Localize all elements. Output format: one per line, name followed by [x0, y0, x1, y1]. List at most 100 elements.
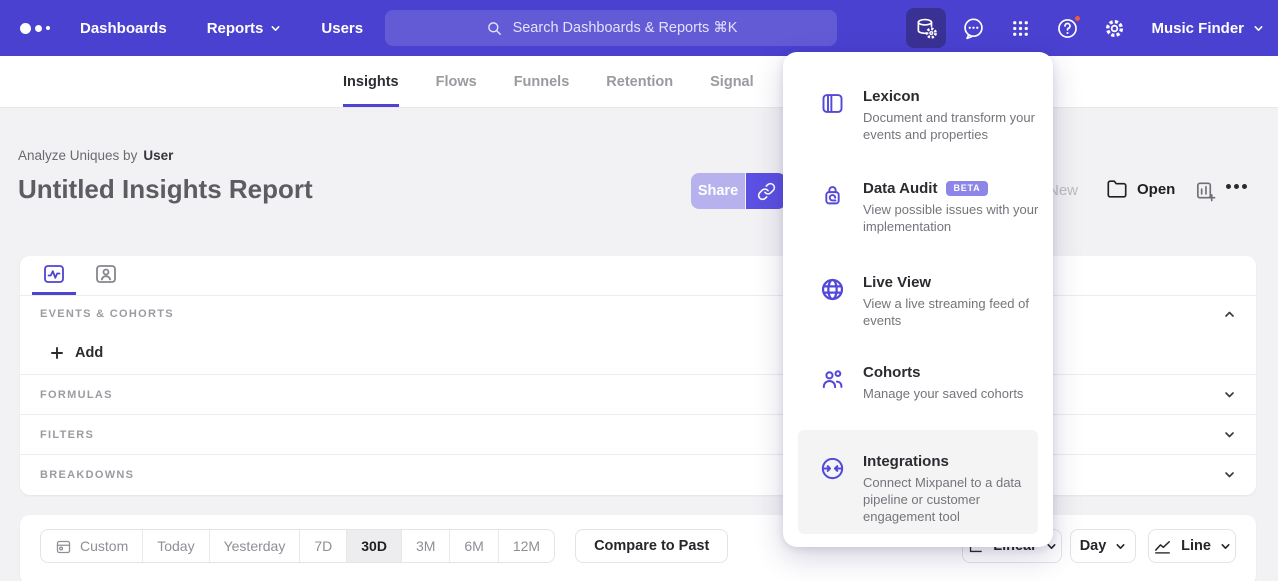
tab-funnels[interactable]: Funnels [514, 56, 570, 107]
chevron-down-icon [1223, 468, 1236, 481]
chevron-down-icon [1223, 428, 1236, 441]
data-audit-lock-icon [819, 182, 846, 209]
range-12m[interactable]: 12M [498, 530, 554, 562]
search-input[interactable]: Search Dashboards & Reports ⌘K [385, 10, 837, 46]
globe-icon [819, 276, 846, 303]
notification-dot [1073, 14, 1082, 23]
events-view-tab[interactable] [32, 256, 76, 295]
copy-link-button[interactable] [746, 173, 786, 209]
share-button[interactable]: Share [691, 173, 745, 209]
help-button[interactable] [1047, 8, 1087, 48]
tab-signal[interactable]: Signal [710, 56, 754, 107]
nav-users-label: Users [321, 20, 363, 37]
apps-grid-button[interactable] [1000, 8, 1040, 48]
cohorts-people-icon [819, 366, 846, 393]
nav-users[interactable]: Users [321, 20, 363, 37]
menu-item-title: Data Audit [863, 180, 937, 197]
expand-section-button[interactable] [1223, 468, 1236, 481]
search-icon [485, 19, 504, 38]
nav-dashboards[interactable]: Dashboards [80, 20, 167, 37]
range-custom-label: Custom [80, 538, 128, 554]
range-3m[interactable]: 3M [401, 530, 449, 562]
user-profile-icon [94, 262, 118, 286]
menu-item-description: Document and transform your events and p… [863, 109, 1035, 143]
feedback-button[interactable] [953, 8, 993, 48]
range-yesterday[interactable]: Yesterday [209, 530, 300, 562]
more-options-button[interactable] [1226, 184, 1247, 189]
dot [1234, 184, 1239, 189]
breadcrumb: Analyze Uniques byUser [18, 148, 173, 163]
menu-item-lexicon[interactable]: Lexicon Document and transform your even… [783, 88, 1053, 143]
chart-type-dropdown[interactable]: Line [1148, 529, 1236, 563]
formulas-label: FORMULAS [40, 389, 113, 401]
data-management-button[interactable] [906, 8, 946, 48]
menu-item-live-view[interactable]: Live View View a live streaming feed of … [783, 274, 1053, 329]
menu-item-data-audit[interactable]: Data Audit BETA View possible issues wit… [783, 180, 1053, 235]
chart-type-label: Line [1181, 538, 1211, 554]
interval-label: Day [1080, 538, 1107, 554]
nav-dashboards-label: Dashboards [80, 20, 167, 37]
mixpanel-logo-icon[interactable] [20, 23, 68, 34]
filters-section-header[interactable]: FILTERS [20, 414, 1256, 454]
menu-item-cohorts[interactable]: Cohorts Manage your saved cohorts [783, 364, 1053, 402]
nav-reports-label: Reports [207, 20, 264, 37]
tab-retention[interactable]: Retention [606, 56, 673, 107]
interval-dropdown[interactable]: Day [1070, 529, 1136, 563]
tab-insights[interactable]: Insights [343, 56, 399, 107]
data-management-menu: Lexicon Document and transform your even… [783, 52, 1053, 547]
link-icon [757, 182, 776, 201]
formulas-section-header[interactable]: FORMULAS [20, 374, 1256, 414]
open-report-button[interactable]: Open [1106, 178, 1175, 200]
chart-add-icon [1194, 180, 1217, 203]
folder-icon [1106, 178, 1128, 200]
menu-item-title: Live View [863, 274, 1041, 291]
dot [1242, 184, 1247, 189]
add-label: Add [75, 345, 103, 361]
range-7d[interactable]: 7D [299, 530, 346, 562]
collapse-section-button[interactable] [1223, 308, 1236, 321]
speech-bubble-icon [961, 16, 986, 41]
add-event-button[interactable]: Add [20, 332, 1256, 374]
beta-badge: BETA [946, 181, 987, 196]
menu-item-integrations[interactable]: Integrations Connect Mixpanel to a data … [783, 453, 1053, 525]
open-label: Open [1137, 181, 1175, 198]
menu-item-title: Cohorts [863, 364, 1041, 381]
pulse-chart-icon [42, 262, 66, 286]
integrations-sync-icon [819, 455, 846, 482]
menu-item-title: Lexicon [863, 88, 1041, 105]
menu-item-description: Manage your saved cohorts [863, 385, 1053, 402]
breakdowns-section-header[interactable]: BREAKDOWNS [20, 454, 1256, 494]
add-to-dashboard-button[interactable] [1194, 180, 1217, 206]
expand-section-button[interactable] [1223, 388, 1236, 401]
range-30d[interactable]: 30D [346, 530, 401, 562]
range-custom[interactable]: Custom [41, 530, 142, 562]
app-window: Dashboards Reports Users Search Dashboar… [0, 0, 1278, 581]
nav-reports[interactable]: Reports [207, 20, 282, 37]
profiles-view-tab[interactable] [84, 256, 128, 295]
breadcrumb-entity-selector[interactable]: User [143, 148, 173, 163]
chevron-up-icon [1223, 308, 1236, 321]
search-placeholder: Search Dashboards & Reports ⌘K [513, 20, 738, 36]
filters-label: FILTERS [40, 429, 94, 441]
expand-section-button[interactable] [1223, 428, 1236, 441]
menu-item-description: View possible issues with your implement… [863, 201, 1055, 235]
events-cohorts-section-header[interactable]: EVENTS & COHORTS [20, 296, 1256, 332]
chevron-down-icon [270, 23, 281, 34]
nav-right-cluster: Music Finder [906, 0, 1264, 56]
chevron-down-icon [1253, 23, 1264, 34]
range-6m[interactable]: 6M [449, 530, 497, 562]
query-builder-card: EVENTS & COHORTS Add FORMULAS FILTERS BR… [20, 256, 1256, 495]
page-title[interactable]: Untitled Insights Report [18, 174, 313, 205]
chevron-down-icon [1223, 388, 1236, 401]
tab-flows[interactable]: Flows [436, 56, 477, 107]
settings-button[interactable] [1094, 8, 1134, 48]
range-today[interactable]: Today [142, 530, 208, 562]
builder-view-tabs [20, 256, 1256, 296]
dot [1226, 184, 1231, 189]
compare-to-past-button[interactable]: Compare to Past [575, 529, 728, 563]
primary-nav: Dashboards Reports Users [80, 20, 363, 37]
project-switcher[interactable]: Music Finder [1151, 20, 1264, 37]
chevron-down-icon [1220, 541, 1231, 552]
line-chart-icon [1153, 537, 1172, 556]
grid-9-dots-icon [1009, 17, 1032, 40]
